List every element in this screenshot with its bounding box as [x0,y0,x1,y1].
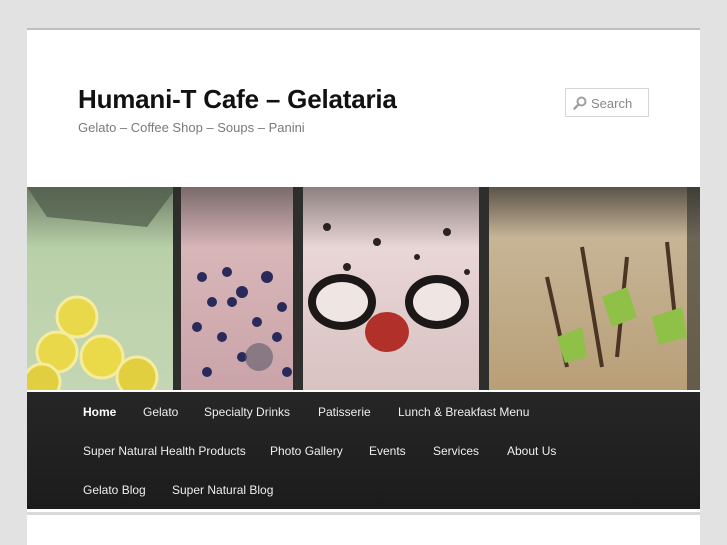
nav-item-lunch-breakfast-menu[interactable]: Lunch & Breakfast Menu [398,405,529,419]
search-input[interactable] [591,94,646,112]
nav-item-gelato[interactable]: Gelato [143,405,178,419]
content-divider [27,512,700,515]
nav-item-super-natural-blog[interactable]: Super Natural Blog [172,483,273,497]
nav-item-super-natural-health-products[interactable]: Super Natural Health Products [83,444,246,458]
nav-item-patisserie[interactable]: Patisserie [318,405,371,419]
search-icon [573,96,587,110]
nav-item-specialty-drinks[interactable]: Specialty Drinks [204,405,290,419]
nav-item-photo-gallery[interactable]: Photo Gallery [270,444,343,458]
main-navigation: Home Gelato Specialty Drinks Patisserie … [27,392,700,509]
nav-item-events[interactable]: Events [369,444,406,458]
header-banner-image [27,187,700,390]
nav-item-about-us[interactable]: About Us [507,444,556,458]
search-box[interactable] [565,88,649,117]
page-container: Humani-T Cafe – Gelataria Gelato – Coffe… [27,28,700,545]
nav-item-home[interactable]: Home [83,405,116,419]
site-title[interactable]: Humani-T Cafe – Gelataria [78,84,397,115]
nav-item-gelato-blog[interactable]: Gelato Blog [83,483,146,497]
site-description: Gelato – Coffee Shop – Soups – Panini [78,120,305,135]
nav-item-services[interactable]: Services [433,444,479,458]
